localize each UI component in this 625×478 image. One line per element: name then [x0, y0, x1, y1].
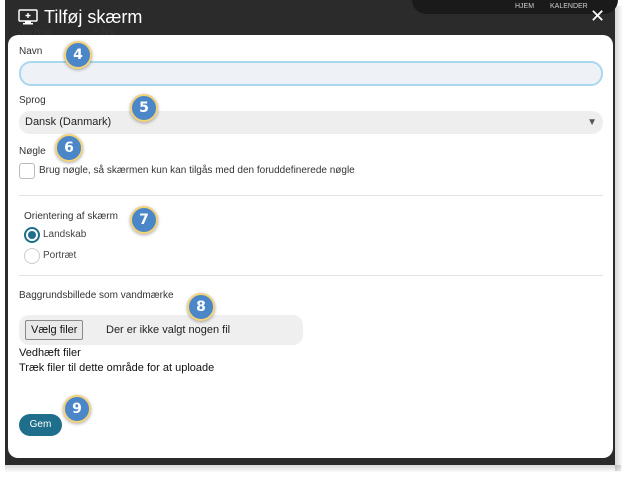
attach-files-title: Vedhæft filer [19, 347, 81, 359]
window-shadow [615, 6, 623, 471]
choose-files-button[interactable]: Vælg filer [25, 320, 84, 340]
language-selected-value: Dansk (Danmark) [25, 116, 112, 128]
key-label: Nøgle [19, 146, 46, 157]
background-nav-home: HJEM [515, 3, 535, 10]
use-key-checkbox-label: Brug nøgle, så skærmen kun kan tilgås me… [39, 165, 355, 176]
monitor-add-icon [18, 9, 38, 25]
close-icon[interactable]: ✕ [590, 7, 605, 25]
orientation-portrait-radio[interactable] [24, 248, 40, 264]
add-screen-dialog [8, 35, 613, 458]
orientation-landscape-radio[interactable] [24, 227, 40, 243]
chevron-down-icon: ▼ [587, 117, 597, 128]
file-picker: Vælg filer Der er ikke valgt nogen fil [19, 315, 303, 345]
orientation-landscape-label: Landskab [43, 229, 87, 240]
window-shadow-bottom [5, 465, 621, 473]
use-key-checkbox[interactable] [19, 163, 35, 179]
step-badge: 6 [55, 134, 83, 162]
step-badge: 5 [130, 94, 158, 122]
step-badge: 4 [64, 41, 92, 69]
save-button[interactable]: Gem [19, 414, 62, 436]
name-label: Navn [19, 46, 43, 57]
file-status-text: Der er ikke valgt nogen fil [106, 324, 231, 336]
section-divider [19, 275, 603, 276]
section-divider [19, 195, 603, 196]
dialog-title: Tilføj skærm [44, 7, 143, 27]
orientation-label: Orientering af skærm [24, 211, 118, 222]
screen: HJEM KALENDER ærme + Ny Tilføj skærm ✕ N… [0, 0, 625, 478]
step-badge: 8 [187, 293, 215, 321]
name-input[interactable] [19, 61, 603, 86]
drop-zone-hint[interactable]: Træk filer til dette område for at uploa… [19, 362, 214, 374]
background-nav-calendar: KALENDER [550, 3, 588, 10]
orientation-portrait-label: Portræt [43, 250, 77, 261]
watermark-label: Baggrundsbillede som vandmærke [19, 290, 174, 301]
language-label: Sprog [19, 95, 46, 106]
step-badge: 7 [130, 206, 158, 234]
language-select[interactable]: Dansk (Danmark) ▼ [19, 111, 603, 134]
step-badge: 9 [63, 395, 91, 423]
